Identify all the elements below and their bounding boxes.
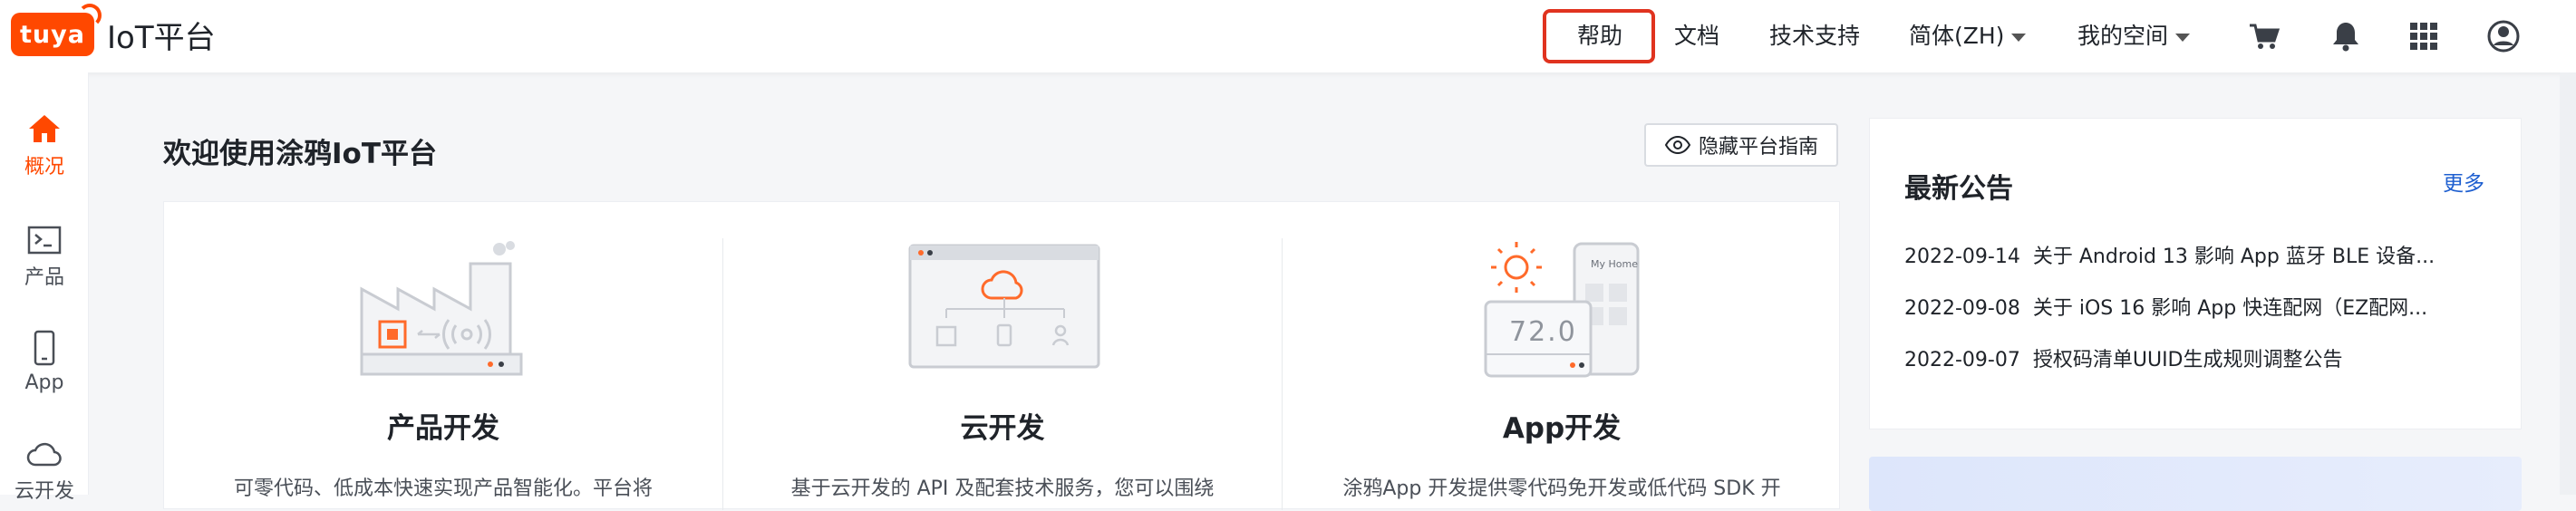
hide-guide-button[interactable]: 隐藏平台指南 — [1644, 123, 1838, 167]
sidebar-item-label: 概况 — [24, 156, 64, 178]
promo-banner[interactable] — [1869, 457, 2522, 511]
announcement-text: 关于 iOS 16 影响 App 快连配网（EZ配网... — [2032, 297, 2428, 320]
announcement-item[interactable]: 2022-09-14 关于 Android 13 影响 App 蓝牙 BLE 设… — [1904, 240, 2484, 269]
card-description: 可零代码、低成本快速实现产品智能化。平台将 — [233, 477, 653, 500]
sidebar-item-label: 云开发 — [14, 480, 74, 503]
card-cloud-development[interactable]: 云开发 基于云开发的 API 及配套技术服务，您可以围绕 — [723, 202, 1282, 510]
app-preview-label: My Home — [1591, 258, 1638, 270]
sidebar-item-app[interactable]: App — [0, 330, 89, 394]
eye-icon — [1664, 135, 1691, 155]
card-title: 产品开发 — [387, 412, 499, 445]
language-label: 简体(ZH) — [1909, 23, 2005, 49]
logo-text: tuya — [20, 20, 85, 49]
chevron-down-icon — [2011, 33, 2027, 42]
phone-icon — [34, 330, 55, 366]
factory-illustration — [360, 241, 523, 376]
announcement-item[interactable]: 2022-09-08 关于 iOS 16 影响 App 快连配网（EZ配网... — [1904, 292, 2484, 321]
top-navigation-bar: tuya IoT平台 帮助 文档 技术支持 简体(ZH) 我的空间 — [0, 0, 2576, 72]
announcement-date: 2022-09-14 — [1904, 246, 2020, 268]
announcement-text: 关于 Android 13 影响 App 蓝牙 BLE 设备... — [2032, 246, 2436, 268]
nav-docs-link[interactable]: 文档 — [1674, 18, 1719, 54]
card-description: 基于云开发的 API 及配套技术服务，您可以围绕 — [790, 477, 1215, 500]
my-space-label: 我的空间 — [2077, 23, 2169, 49]
card-description: 涂鸦App 开发提供零代码免开发或低代码 SDK 开 — [1342, 477, 1781, 500]
announcement-date: 2022-09-08 — [1904, 297, 2020, 320]
language-selector[interactable]: 简体(ZH) — [1909, 18, 2027, 54]
announcement-text: 授权码清单UUID生成规则调整公告 — [2032, 349, 2343, 371]
left-sidebar: 概况 产品 App 云开发 — [0, 72, 89, 503]
announcements-title: 最新公告 — [1904, 173, 2013, 205]
announcement-date: 2022-09-07 — [1904, 349, 2020, 371]
announcements-more-link[interactable]: 更多 — [2443, 166, 2484, 197]
nav-help-link[interactable]: 帮助 — [1577, 18, 1622, 54]
my-space-menu[interactable]: 我的空间 — [2077, 18, 2191, 54]
announcement-item[interactable]: 2022-09-07 授权码清单UUID生成规则调整公告 — [1904, 343, 2484, 372]
hide-guide-label: 隐藏平台指南 — [1698, 136, 1818, 159]
apps-grid-icon[interactable] — [2406, 18, 2442, 54]
tuya-logo[interactable]: tuya IoT平台 — [11, 4, 216, 56]
welcome-heading: 欢迎使用涂鸦IoT平台 — [163, 138, 437, 170]
page-scrollbar[interactable] — [2560, 72, 2576, 495]
chevron-down-icon — [2175, 33, 2191, 42]
sidebar-item-label: App — [24, 371, 64, 394]
nav-support-link[interactable]: 技术支持 — [1769, 18, 1860, 54]
user-avatar-icon[interactable] — [2485, 18, 2522, 54]
card-app-development[interactable]: My Home 72.0 App开发 涂鸦App 开发提供零代码免开发或低代码 … — [1283, 202, 1841, 510]
sidebar-item-overview[interactable]: 概况 — [0, 112, 89, 179]
bell-icon[interactable] — [2328, 18, 2364, 54]
card-product-development[interactable]: 产品开发 可零代码、低成本快速实现产品智能化。平台将 — [164, 202, 722, 510]
card-title: App开发 — [1502, 412, 1622, 445]
card-title: 云开发 — [960, 412, 1045, 445]
platform-title: IoT平台 — [107, 19, 216, 56]
sidebar-item-product[interactable]: 产品 — [0, 225, 89, 290]
terminal-icon — [27, 226, 62, 255]
cloud-icon — [26, 442, 62, 467]
cart-icon[interactable] — [2246, 18, 2282, 54]
announcements-panel: 最新公告 更多 2022-09-14 关于 Android 13 影响 App … — [1869, 118, 2522, 429]
temperature-readout: 72.0 — [1509, 316, 1577, 348]
guide-cards-panel: 产品开发 可零代码、低成本快速实现产品智能化。平台将 云开发 基于云开发的 AP… — [163, 201, 1841, 510]
home-icon — [29, 115, 60, 142]
sidebar-item-label: 产品 — [24, 266, 64, 289]
tuya-logo-mark: tuya — [11, 4, 102, 56]
cloud-dashboard-illustration — [908, 244, 1100, 369]
